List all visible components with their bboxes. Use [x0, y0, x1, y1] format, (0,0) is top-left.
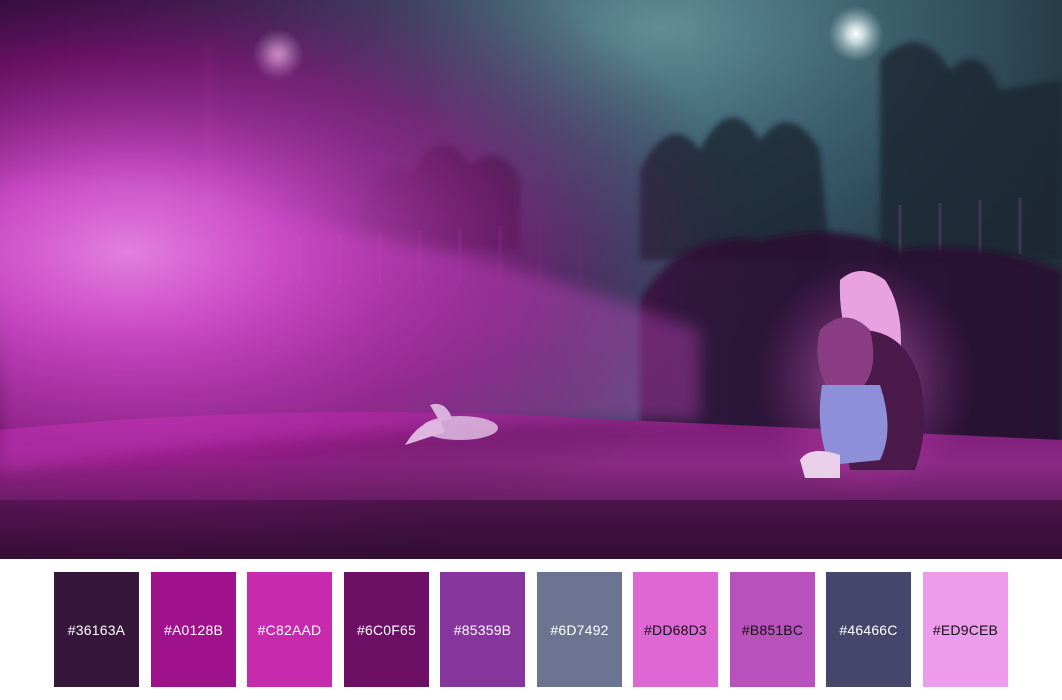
swatch-hex-label: #DD68D3 [644, 621, 707, 638]
color-swatch: #B851BC [730, 572, 815, 687]
color-swatch: #DD68D3 [633, 572, 718, 687]
swatch-hex-label: #6D7492 [550, 621, 609, 638]
swatch-hex-label: #36163A [67, 621, 126, 638]
swatch-hex-label: #C82AAD [257, 621, 322, 638]
swatch-hex-label: #ED9CEB [932, 621, 999, 638]
color-swatch: #A0128B [151, 572, 236, 687]
color-swatch: #6D7492 [537, 572, 622, 687]
color-palette: #36163A #A0128B #C82AAD #6C0F65 #85359B … [54, 572, 1014, 687]
color-swatch: #C82AAD [247, 572, 332, 687]
film-still-photo [0, 0, 1062, 559]
color-swatch: #6C0F65 [344, 572, 429, 687]
color-swatch: #46466C [826, 572, 911, 687]
swatch-hex-label: #6C0F65 [357, 621, 416, 638]
color-swatch: #85359B [440, 572, 525, 687]
color-swatch: #ED9CEB [923, 572, 1008, 687]
swatch-hex-label: #A0128B [163, 621, 223, 638]
color-swatch: #36163A [54, 572, 139, 687]
swatch-hex-label: #B851BC [741, 621, 804, 638]
swatch-hex-label: #85359B [453, 621, 512, 638]
swatch-hex-label: #46466C [839, 621, 898, 638]
